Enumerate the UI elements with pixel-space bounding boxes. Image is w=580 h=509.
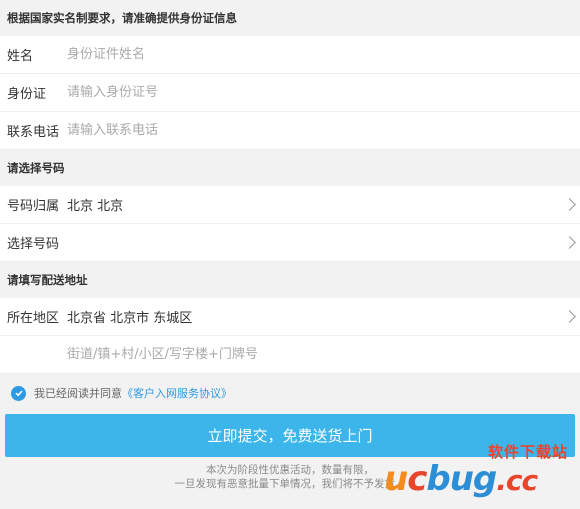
id-section-header: 根据国家实名制要求，请准确提供身份证信息 (0, 0, 580, 36)
number-region-value: 北京 北京 (67, 199, 124, 214)
check-icon (14, 390, 23, 397)
area-label: 所在地区 (7, 311, 60, 326)
agreement-row: 我已经阅读并同意 《客户入网服务协议》 (0, 374, 580, 412)
watermark-logo: 软件下载站 ucbug.cc (384, 441, 574, 499)
area-value: 北京省 北京市 东城区 (67, 311, 193, 326)
address-section-header: 请填写配送地址 (0, 262, 580, 298)
choose-number-label: 选择号码 (7, 237, 60, 252)
watermark-c: c (407, 459, 427, 499)
watermark-bug: bug (426, 459, 497, 499)
watermark-main: ucbug.cc (384, 459, 538, 499)
street-row (0, 336, 580, 374)
name-row: 姓名 (0, 36, 580, 74)
agreement-checkbox[interactable] (11, 385, 26, 401)
street-input[interactable] (67, 339, 580, 370)
watermark-domain: .cc (496, 464, 538, 497)
number-region-row[interactable]: 号码归属 北京 北京 (0, 186, 580, 224)
chevron-right-icon (563, 197, 576, 211)
name-label: 姓名 (7, 49, 34, 64)
name-input[interactable] (67, 39, 580, 70)
chevron-right-icon (563, 309, 576, 323)
agreement-text: 我已经阅读并同意 (34, 387, 122, 400)
idcard-label: 身份证 (7, 87, 47, 102)
chevron-right-icon (563, 235, 576, 249)
phone-label: 联系电话 (7, 125, 60, 140)
watermark-u: u (384, 459, 408, 499)
area-row[interactable]: 所在地区 北京省 北京市 东城区 (0, 298, 580, 336)
number-region-label: 号码归属 (7, 199, 60, 214)
phone-row: 联系电话 (0, 112, 580, 150)
number-section-header: 请选择号码 (0, 150, 580, 186)
idcard-input[interactable] (67, 77, 580, 108)
phone-input[interactable] (67, 115, 580, 146)
choose-number-row[interactable]: 选择号码 (0, 224, 580, 262)
agreement-link[interactable]: 《客户入网服务协议》 (122, 385, 232, 401)
idcard-row: 身份证 (0, 74, 580, 112)
